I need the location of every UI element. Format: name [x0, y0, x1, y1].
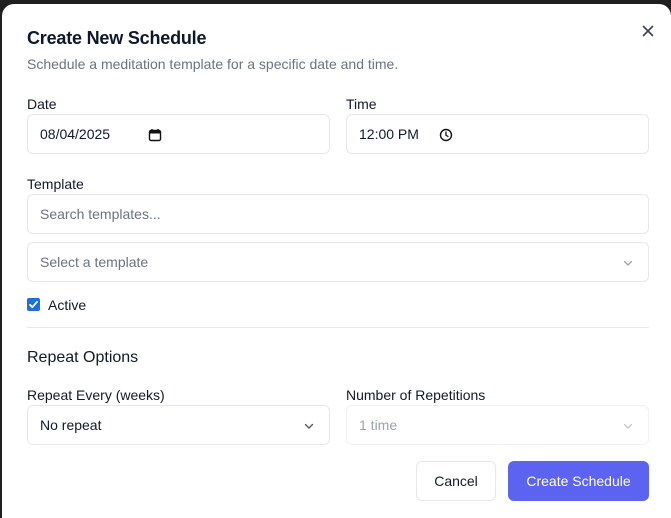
time-input[interactable]: 12:00 PM [346, 114, 649, 154]
dialog-title: Create New Schedule [27, 28, 207, 48]
chevron-down-icon [623, 260, 633, 266]
template-search-input[interactable]: Search templates... [27, 194, 649, 234]
template-select[interactable]: Select a template [27, 242, 649, 282]
clock-icon[interactable] [439, 128, 453, 142]
calendar-icon[interactable] [148, 128, 162, 142]
repeat-options-title: Repeat Options [27, 349, 139, 366]
repetitions-select[interactable]: 1 time [346, 405, 649, 445]
divider [27, 327, 649, 328]
template-select-placeholder: Select a template [40, 254, 149, 270]
cancel-button[interactable]: Cancel [416, 461, 496, 501]
template-search-placeholder: Search templates... [40, 206, 161, 222]
template-label: Template [27, 176, 84, 192]
checkmark-icon [29, 300, 38, 309]
repeat-every-label: Repeat Every (weeks) [27, 387, 165, 403]
close-icon[interactable] [640, 23, 656, 39]
dialog-subtitle: Schedule a meditation template for a spe… [27, 56, 399, 72]
chevron-down-icon [304, 423, 314, 429]
repetitions-label: Number of Repetitions [346, 387, 486, 403]
create-schedule-button[interactable]: Create Schedule [508, 461, 649, 501]
active-label: Active [48, 297, 87, 313]
repetitions-value: 1 time [359, 417, 398, 433]
create-schedule-dialog: Create New Schedule Schedule a meditatio… [2, 4, 671, 518]
repeat-every-select[interactable]: No repeat [27, 405, 330, 445]
date-label: Date [27, 96, 57, 112]
date-input[interactable]: 08/04/2025 [27, 114, 330, 154]
repeat-every-value: No repeat [40, 417, 102, 433]
time-label: Time [346, 96, 377, 112]
time-value: 12:00 PM [359, 126, 419, 142]
active-checkbox[interactable] [27, 298, 40, 311]
date-value: 08/04/2025 [40, 126, 111, 142]
chevron-down-icon [623, 423, 633, 429]
